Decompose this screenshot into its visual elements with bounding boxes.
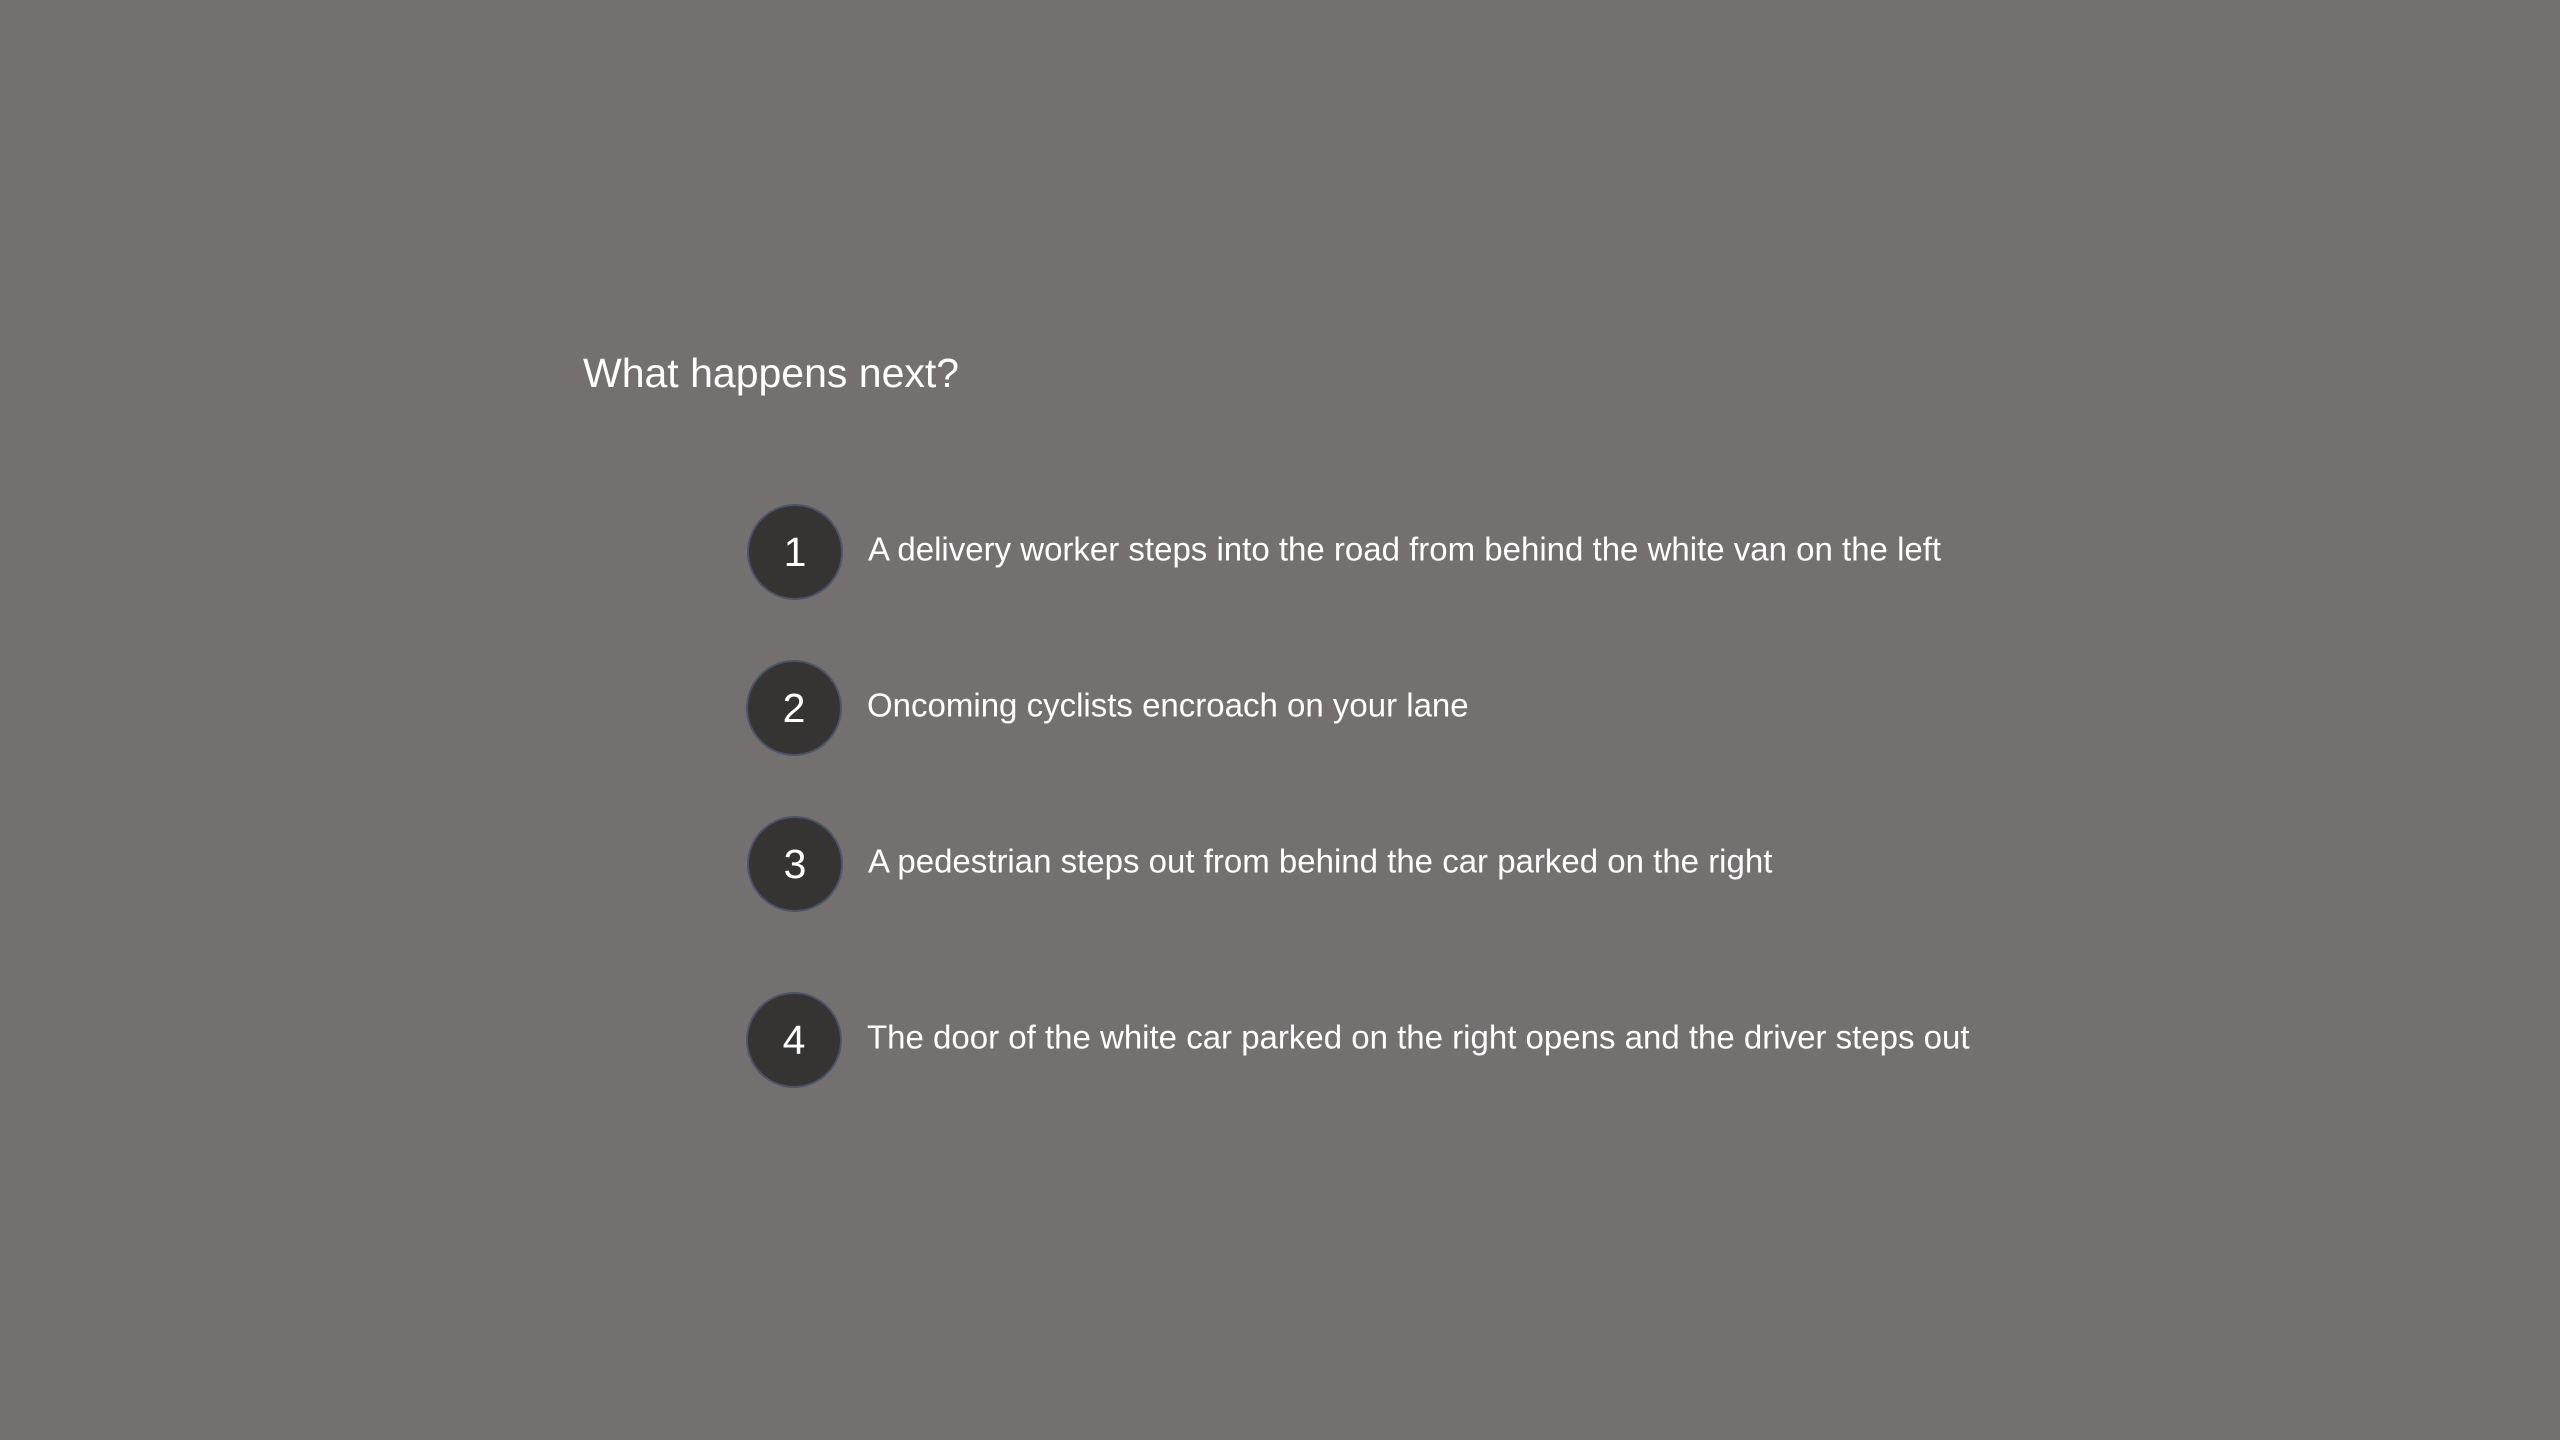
option-text: Oncoming cyclists encroach on your lane [867, 686, 1469, 724]
answer-option-3[interactable]: 3 A pedestrian steps out from behind the… [747, 816, 2147, 914]
option-text: A delivery worker steps into the road fr… [868, 530, 1942, 568]
question-title: What happens next? [583, 350, 960, 396]
answer-option-2[interactable]: 2 Oncoming cyclists encroach on your lan… [746, 660, 2146, 758]
option-number-badge[interactable]: 3 [747, 816, 843, 912]
option-number-badge[interactable]: 4 [746, 992, 842, 1088]
option-text: The door of the white car parked on the … [867, 1018, 1970, 1056]
answer-option-1[interactable]: 1 A delivery worker steps into the road … [747, 504, 2147, 602]
slide: { "question": "What happens next?", "opt… [0, 0, 2560, 1440]
option-number-badge[interactable]: 1 [747, 504, 843, 600]
answer-option-4[interactable]: 4 The door of the white car parked on th… [746, 992, 2146, 1090]
option-number-badge[interactable]: 2 [746, 660, 842, 756]
option-text: A pedestrian steps out from behind the c… [868, 842, 1773, 880]
